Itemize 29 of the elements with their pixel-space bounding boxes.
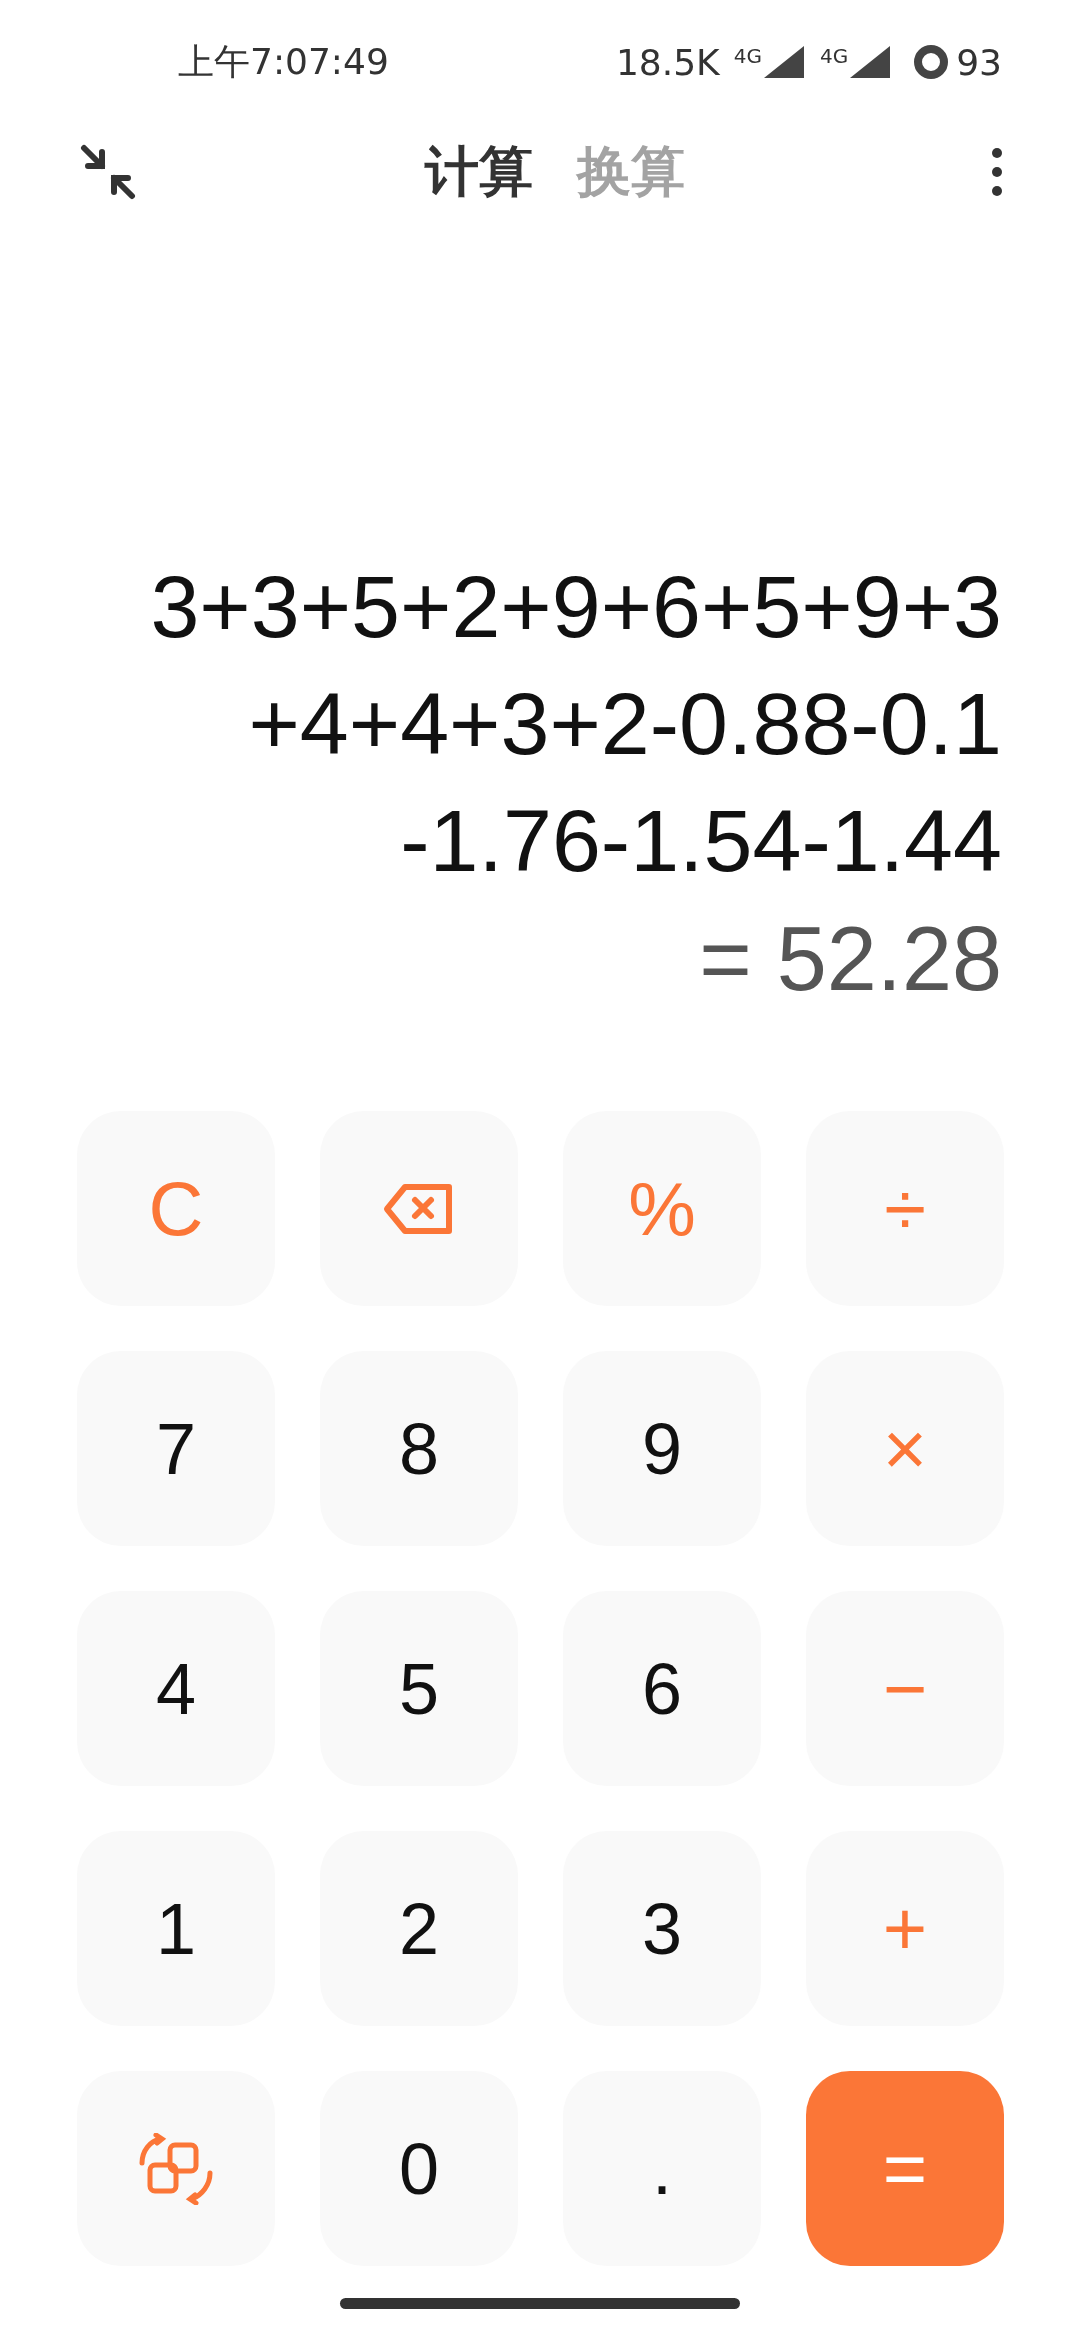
clock-time: 上午7:07:49 bbox=[178, 39, 389, 84]
mode-tab[interactable]: 计算 bbox=[425, 135, 533, 209]
expression-line: 3+3+5+2+9+6+5+9+3 bbox=[150, 556, 1002, 658]
digit-key[interactable]: 9 bbox=[563, 1351, 761, 1546]
backspace-icon bbox=[383, 1182, 455, 1235]
convert-key[interactable] bbox=[77, 2071, 275, 2266]
digit-key[interactable]: 5 bbox=[320, 1591, 518, 1786]
digit-key[interactable]: 1 bbox=[77, 1831, 275, 2026]
battery-level: 93 bbox=[956, 41, 1002, 83]
home-indicator[interactable] bbox=[340, 2297, 740, 2309]
result-value: = 52.28 bbox=[699, 908, 1002, 1011]
digit-key[interactable]: 0 bbox=[320, 2071, 518, 2266]
signal-icon bbox=[848, 44, 893, 80]
backspace-key[interactable] bbox=[320, 1111, 518, 1306]
collapse-icon[interactable] bbox=[80, 144, 136, 200]
battery-icon bbox=[912, 43, 951, 81]
more-menu-icon[interactable] bbox=[990, 147, 1004, 197]
digit-key[interactable]: 3 bbox=[563, 1831, 761, 2026]
digit-key[interactable]: 4 bbox=[77, 1591, 275, 1786]
digit-key[interactable]: 2 bbox=[320, 1831, 518, 2026]
digit-key[interactable]: 8 bbox=[320, 1351, 518, 1546]
network-type: 4G bbox=[819, 44, 849, 68]
digit-key[interactable]: . bbox=[563, 2071, 761, 2266]
expression-line: -1.76-1.54-1.44 bbox=[400, 790, 1002, 892]
network-speed: 18.5K bbox=[615, 41, 720, 83]
digit-key[interactable]: 6 bbox=[563, 1591, 761, 1786]
network-type: 4G bbox=[733, 44, 762, 68]
expression-line: +4+4+3+2-0.88-0.1 bbox=[248, 673, 1002, 775]
digit-key[interactable]: 7 bbox=[77, 1351, 275, 1546]
